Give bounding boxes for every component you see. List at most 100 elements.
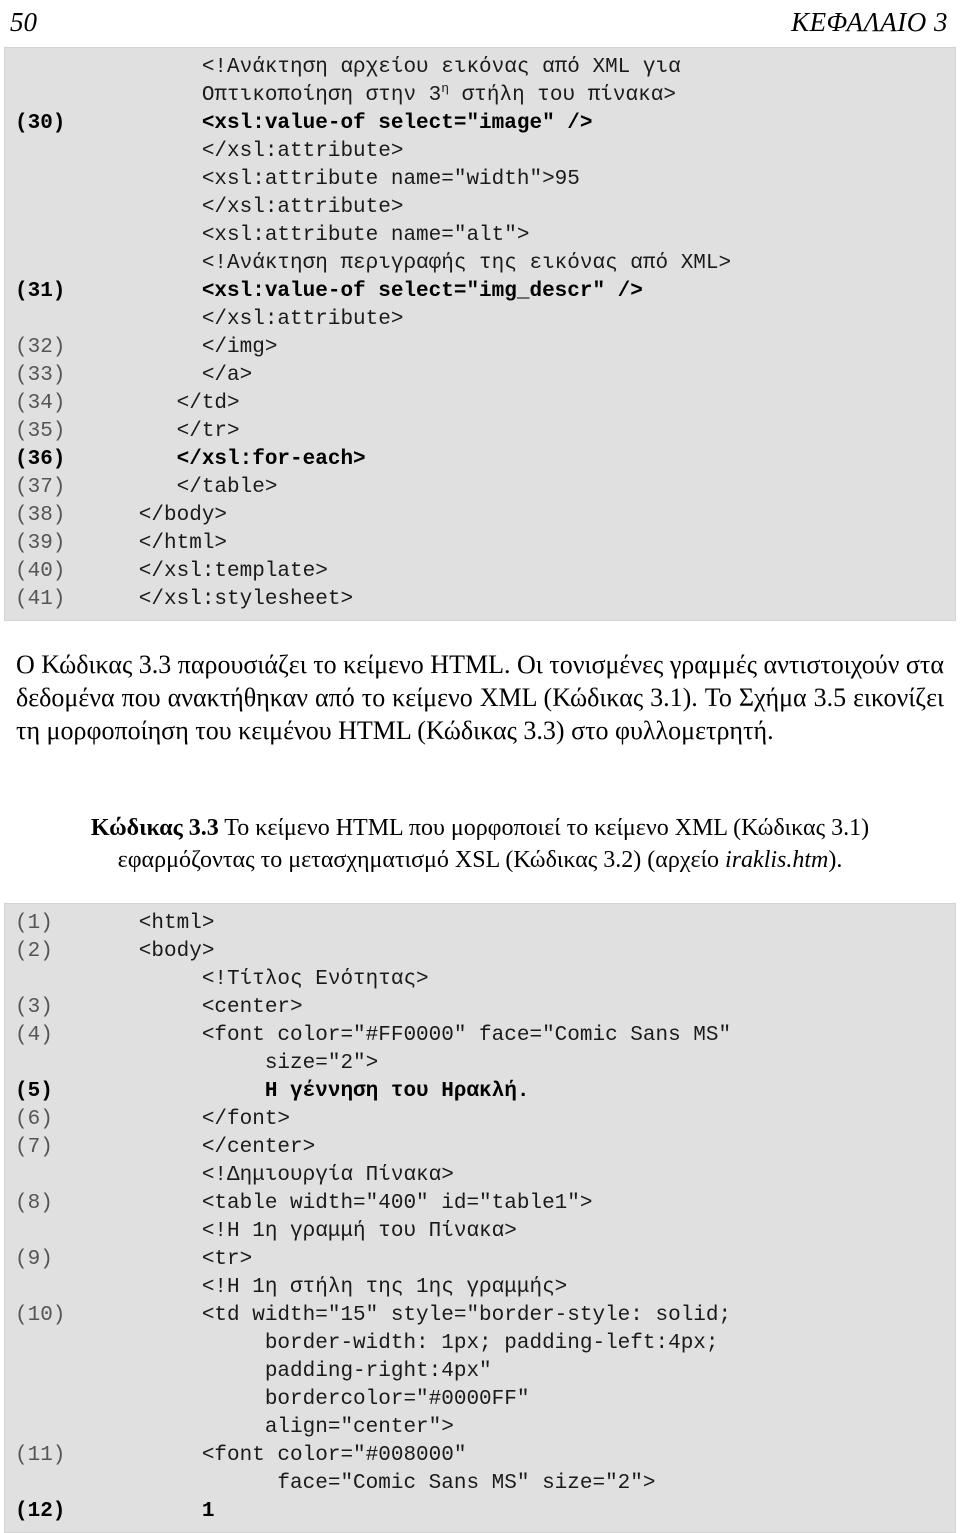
code-line: padding-right:4px" — [5, 1358, 955, 1386]
code-line: <!Δημιουργία Πίνακα> — [5, 1162, 955, 1190]
code-line-source: border-width: 1px; padding-left:4px; — [101, 1332, 719, 1355]
code-listing-xsl-continuation: <!Ανάκτηση αρχείου εικόνας από XML για Ο… — [4, 47, 956, 621]
code-line: Οπτικοποίηση στην 3η στήλη του πίνακα> — [5, 82, 955, 110]
code-line: (30) <xsl:value-of select="image" /> — [5, 110, 955, 138]
code-line-source: size="2"> — [101, 1052, 379, 1075]
code-line: (40) </xsl:template> — [5, 558, 955, 586]
code-line: (5) Η γέννηση του Ηρακλή. — [5, 1078, 955, 1106]
code-line-source: align="center"> — [101, 1416, 454, 1439]
code-line-source: <font color="#FF0000" face="Comic Sans M… — [101, 1024, 732, 1047]
code-line: (41) </xsl:stylesheet> — [5, 586, 955, 614]
caption-text-after: ). — [828, 847, 843, 873]
code-line-number: (8) — [15, 1192, 53, 1215]
code-line: <xsl:attribute name="width">95 — [5, 166, 955, 194]
code-line-number: (6) — [15, 1108, 53, 1131]
code-line-source: </xsl:attribute> — [101, 196, 404, 219]
code-line-number: (31) — [15, 280, 66, 303]
code-listing-html: (1) <html> (2) <body> <!Τίτλος Ενότητας>(… — [4, 903, 956, 1533]
code-line: <xsl:attribute name="alt"> — [5, 222, 955, 250]
code-line-number: (7) — [15, 1136, 53, 1159]
code-line-source: <html> — [101, 912, 215, 935]
document-page: 50 ΚΕΦΑΛΑΙΟ 3 <!Ανάκτηση αρχείου εικόνας… — [0, 0, 960, 1533]
code-line: (8) <table width="400" id="table1"> — [5, 1190, 955, 1218]
listing-caption: Κώδικας 3.3 Το κείμενο HTML που μορφοποι… — [20, 812, 940, 876]
code-line-number: (33) — [15, 364, 66, 387]
code-line-number: (32) — [15, 336, 66, 359]
code-line: (35) </tr> — [5, 418, 955, 446]
code-line-source: <xsl:attribute name="alt"> — [101, 224, 530, 247]
code-line-source: </a> — [101, 364, 253, 387]
code-line-source: face="Comic Sans MS" size="2"> — [101, 1472, 656, 1495]
superscript-ordinal: η — [441, 81, 450, 96]
code-line-number: (41) — [15, 588, 66, 611]
code-line-source: <!Η 1η γραμμή του Πίνακα> — [101, 1220, 517, 1243]
code-line-source: </body> — [101, 504, 228, 527]
code-line-source: <xsl:value-of select="image" /> — [101, 112, 593, 135]
code-line-source: <body> — [101, 940, 215, 963]
code-line: (3) <center> — [5, 994, 955, 1022]
caption-file-name: iraklis.htm — [725, 847, 829, 873]
code-line: (33) </a> — [5, 362, 955, 390]
code-line: (1) <html> — [5, 910, 955, 938]
code-line: (2) <body> — [5, 938, 955, 966]
code-line-source: </xsl:for-each> — [101, 448, 366, 471]
code-line-number: (9) — [15, 1248, 53, 1271]
code-line: border-width: 1px; padding-left:4px; — [5, 1330, 955, 1358]
code-line-source: </xsl:template> — [101, 560, 328, 583]
code-line: <!Η 1η στήλη της 1ης γραμμής> — [5, 1274, 955, 1302]
code-line-source: </xsl:attribute> — [101, 308, 404, 331]
code-line-source: <!Τίτλος Ενότητας> — [101, 968, 429, 991]
code-line-number: (12) — [15, 1500, 66, 1523]
code-line: (10) <td width="15" style="border-style:… — [5, 1302, 955, 1330]
code-line: (12) 1 — [5, 1498, 955, 1526]
code-line-number: (11) — [15, 1444, 66, 1467]
code-line-source: <!Η 1η στήλη της 1ης γραμμής> — [101, 1276, 568, 1299]
code-line: </xsl:attribute> — [5, 194, 955, 222]
code-line-source: </img> — [101, 336, 278, 359]
code-line: (37) </table> — [5, 474, 955, 502]
code-line-number: (39) — [15, 532, 66, 555]
code-line-source: <td width="15" style="border-style: soli… — [101, 1304, 732, 1327]
code-line: (39) </html> — [5, 530, 955, 558]
code-line: (38) </body> — [5, 502, 955, 530]
code-line-number: (40) — [15, 560, 66, 583]
code-line-source: <xsl:value-of select="img_descr" /> — [101, 280, 643, 303]
code-line-number: (37) — [15, 476, 66, 499]
code-line-number: (5) — [15, 1080, 53, 1103]
code-line: (6) </font> — [5, 1106, 955, 1134]
code-line-number: (35) — [15, 420, 66, 443]
code-line: face="Comic Sans MS" size="2"> — [5, 1470, 955, 1498]
code-line: (11) <font color="#008000" — [5, 1442, 955, 1470]
code-line: bordercolor="#0000FF" — [5, 1386, 955, 1414]
running-head: 50 ΚΕΦΑΛΑΙΟ 3 — [0, 0, 960, 44]
code-line: <!Ανάκτηση περιγραφής της εικόνας από XM… — [5, 250, 955, 278]
code-line-source: </xsl:attribute> — [101, 140, 404, 163]
code-line: (9) <tr> — [5, 1246, 955, 1274]
code-line-source: <!Ανάκτηση αρχείου εικόνας από XML για — [101, 56, 681, 79]
code-line-number: (36) — [15, 448, 66, 471]
code-line: <!Ανάκτηση αρχείου εικόνας από XML για — [5, 54, 955, 82]
code-line-source: <!Ανάκτηση περιγραφής της εικόνας από XM… — [101, 252, 732, 275]
body-paragraph: Ο Κώδικας 3.3 παρουσιάζει το κείμενο HTM… — [16, 650, 944, 745]
code-line-source: Η γέννηση του Ηρακλή. — [101, 1080, 530, 1103]
code-line: (34) </td> — [5, 390, 955, 418]
code-line-number: (3) — [15, 996, 53, 1019]
code-line-source: <xsl:attribute name="width">95 — [101, 168, 580, 191]
code-line-number: (30) — [15, 112, 66, 135]
code-line-source: <tr> — [101, 1248, 253, 1271]
code-line-source: </td> — [101, 392, 240, 415]
code-line-number: (4) — [15, 1024, 53, 1047]
code-line: <!Τίτλος Ενότητας> — [5, 966, 955, 994]
code-line: (7) </center> — [5, 1134, 955, 1162]
code-line-source: <center> — [101, 996, 303, 1019]
code-line: size="2"> — [5, 1050, 955, 1078]
code-line-source: </tr> — [101, 420, 240, 443]
caption-label: Κώδικας 3.3 — [90, 815, 219, 841]
code-line-number: (1) — [15, 912, 53, 935]
code-line: (4) <font color="#FF0000" face="Comic Sa… — [5, 1022, 955, 1050]
code-line-source: 1 — [101, 1500, 215, 1523]
chapter-label: ΚΕΦΑΛΑΙΟ 3 — [791, 6, 948, 37]
code-line-number: (34) — [15, 392, 66, 415]
code-line-number: (38) — [15, 504, 66, 527]
code-line: (32) </img> — [5, 334, 955, 362]
